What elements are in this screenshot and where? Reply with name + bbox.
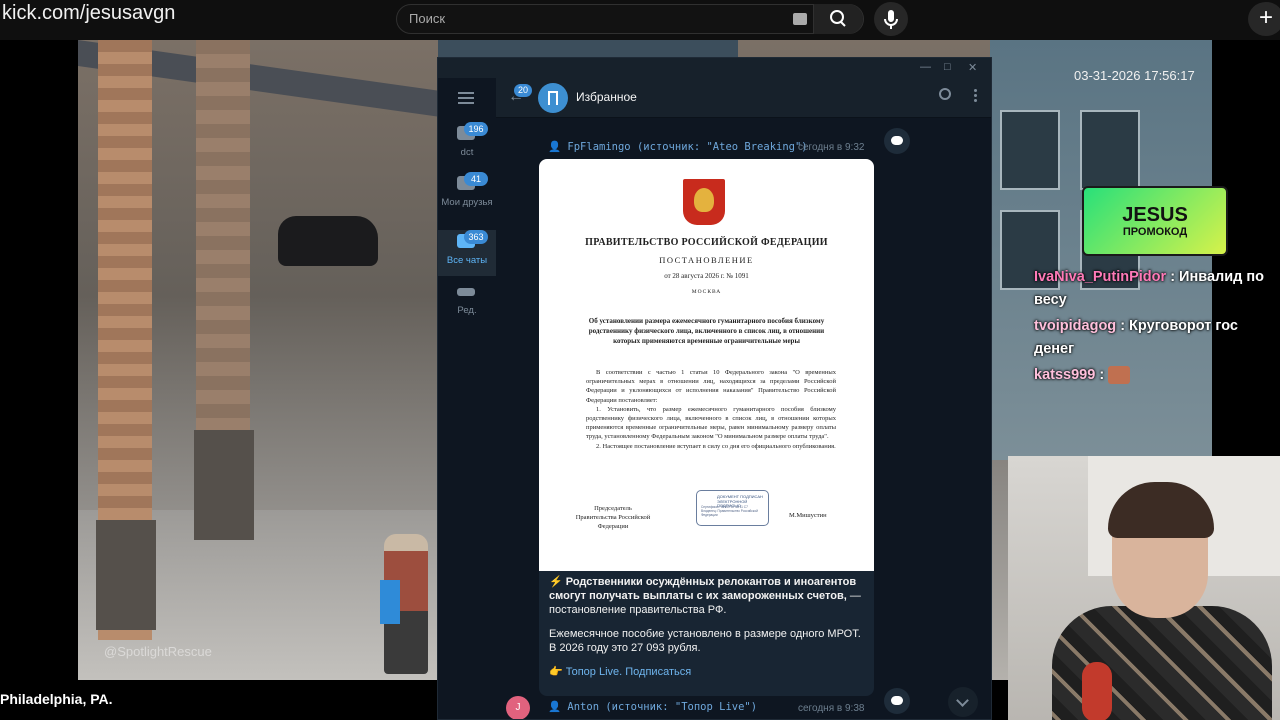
share-icon xyxy=(891,136,903,145)
promo-banner: JESUS ПРОМОКОД xyxy=(1082,186,1228,256)
share-icon xyxy=(891,696,903,705)
doc-paragraph: В соответствии с частью 1 статьи 10 Феде… xyxy=(586,369,836,404)
chat-title[interactable]: Избранное xyxy=(576,90,637,104)
doc-body: В соответствии с частью 1 статьи 10 Феде… xyxy=(586,368,836,451)
channel-url[interactable]: kick.com/jesusavgn xyxy=(2,2,175,25)
telegram-window: — □ ✕ 196 dct 41 Мои друзья 363 Все чаты… xyxy=(437,57,992,720)
forward-source[interactable]: 👤 Anton (источник: "Топор Live") xyxy=(548,700,757,713)
chat-message: tvoipidagog : Круговорот гос денег xyxy=(1034,315,1274,361)
message-headline: ⚡ Родственники осуждённых релокантов и и… xyxy=(549,576,857,602)
video-bag xyxy=(380,580,400,624)
video-watermark: @SpotlightRescue xyxy=(104,644,212,659)
maximize-button[interactable]: □ xyxy=(944,61,951,73)
search-icon xyxy=(830,10,846,27)
stream-location: Philadelphia, PA. xyxy=(0,691,113,707)
search-icon[interactable] xyxy=(939,88,951,100)
webcam-microphone xyxy=(1082,662,1112,720)
folder-badge: 363 xyxy=(464,230,488,244)
doc-paragraph: 2. Настоящее постановление вступает в си… xyxy=(596,442,836,450)
doc-signatory-title: Председатель Правительства Российской Фе… xyxy=(575,505,651,530)
streamer-webcam xyxy=(1008,456,1280,720)
video-pillar-base xyxy=(194,430,254,540)
doc-signatory-name: М.Мишустин xyxy=(789,512,827,519)
folder-all-chats[interactable]: 363 Все чаты xyxy=(438,230,496,276)
bookmark-icon xyxy=(538,83,568,113)
chat-nick: IvaNiva_PutinPidor xyxy=(1034,269,1167,285)
sender-avatar[interactable]: J xyxy=(506,696,530,719)
chat-cut-line xyxy=(1034,254,1274,266)
coat-of-arms-icon xyxy=(683,179,725,225)
message-bubble: ⚡ Родственники осуждённых релокантов и и… xyxy=(539,571,874,696)
keyboard-icon[interactable] xyxy=(793,13,807,25)
folder-dct[interactable]: 196 dct xyxy=(438,122,496,168)
chat-message: IvaNiva_PutinPidor : Инвалид по весу xyxy=(1034,266,1274,312)
chat-header: ← 20 Избранное xyxy=(496,78,991,118)
folder-badge: 41 xyxy=(464,172,488,186)
browser-top-bar: kick.com/jesusavgn Поиск + xyxy=(0,0,1280,40)
chat-message: katss999 : xyxy=(1034,364,1274,387)
more-options-icon[interactable] xyxy=(974,89,977,104)
forward-source-text: Anton (источник: "Топор Live") xyxy=(567,701,758,713)
forward-source-text: FpFlamingo (источник: "Ateo Breaking") xyxy=(567,141,808,153)
folder-label: dct xyxy=(460,147,474,158)
folder-label: Все чаты xyxy=(446,255,488,266)
folder-edit[interactable]: Ред. xyxy=(438,280,496,326)
doc-city: МОСКВА xyxy=(691,289,722,295)
video-timestamp: 03-31-2026 17:56:17 xyxy=(1074,68,1195,83)
video-window xyxy=(1080,110,1140,190)
telegram-folder-sidebar: 196 dct 41 Мои друзья 363 Все чаты Ред. xyxy=(438,78,496,719)
telegram-titlebar: — □ ✕ xyxy=(438,58,991,78)
folder-label: Ред. xyxy=(457,305,477,316)
chat-emote-icon xyxy=(1108,366,1131,385)
share-button[interactable] xyxy=(884,688,910,714)
video-pillar-base xyxy=(96,520,156,630)
voice-search-button[interactable] xyxy=(874,2,908,36)
share-button[interactable] xyxy=(884,128,910,154)
document-image[interactable]: ПРАВИТЕЛЬСТВО РОССИЙСКОЙ ФЕДЕРАЦИИ ПОСТА… xyxy=(539,159,874,571)
doc-e-signature-stamp: ДОКУМЕНТ ПОДПИСАН ЭЛЕКТРОННОЙ ПОДПИСЬЮ С… xyxy=(696,490,769,526)
unread-badge: 20 xyxy=(514,84,533,97)
sliders-icon xyxy=(457,288,475,296)
folder-label: Мои друзья xyxy=(441,197,493,208)
search-input[interactable]: Поиск xyxy=(409,11,445,26)
chat-text: : xyxy=(1099,367,1105,383)
close-button[interactable]: ✕ xyxy=(968,61,977,74)
folder-badge: 196 xyxy=(464,122,488,136)
doc-date: от 28 августа 2026 г. № 1091 xyxy=(664,272,749,280)
message-body: Ежемесячное пособие установлено в размер… xyxy=(549,628,861,654)
search-button[interactable] xyxy=(813,4,863,34)
doc-type: ПОСТАНОВЛЕНИЕ xyxy=(659,255,754,265)
message-time: сегодня в 9:32 xyxy=(798,142,865,153)
message-time: сегодня в 9:38 xyxy=(798,703,865,714)
promo-subtitle: ПРОМОКОД xyxy=(1122,226,1188,238)
user-icon: 👤 xyxy=(548,141,568,153)
search-box[interactable]: Поиск xyxy=(396,4,864,34)
video-car xyxy=(278,216,378,266)
promo-title: JESUS xyxy=(1122,204,1188,226)
chat-nick: katss999 xyxy=(1034,367,1096,383)
user-icon: 👤 xyxy=(548,701,568,713)
create-button[interactable]: + xyxy=(1248,2,1280,36)
chevron-down-icon xyxy=(956,694,969,707)
folder-my-friends[interactable]: 41 Мои друзья xyxy=(438,172,496,218)
doc-paragraph: 1. Установить, что размер ежемесячного г… xyxy=(586,405,836,441)
stamp-details: Сертификат: 00 ED 92 4A 11 C7 Владелец: … xyxy=(701,505,758,517)
scroll-down-button[interactable] xyxy=(948,687,978,717)
stream-chat-overlay: IvaNiva_PutinPidor : Инвалид по весу tvo… xyxy=(1034,254,1274,390)
doc-subject: Об установлении размера ежемесячного гум… xyxy=(588,317,825,345)
previous-message-cut xyxy=(546,116,876,122)
chat-nick: tvoipidagog xyxy=(1034,318,1117,334)
microphone-icon xyxy=(884,10,898,29)
hamburger-menu-icon[interactable] xyxy=(458,92,474,107)
subscribe-link[interactable]: 👉 Топор Live. Подписаться xyxy=(549,665,864,679)
doc-government: ПРАВИТЕЛЬСТВО РОССИЙСКОЙ ФЕДЕРАЦИИ xyxy=(585,237,828,248)
video-window xyxy=(1000,110,1060,190)
minimize-button[interactable]: — xyxy=(920,61,931,73)
forward-source[interactable]: 👤 FpFlamingo (источник: "Ateo Breaking") xyxy=(548,140,808,153)
